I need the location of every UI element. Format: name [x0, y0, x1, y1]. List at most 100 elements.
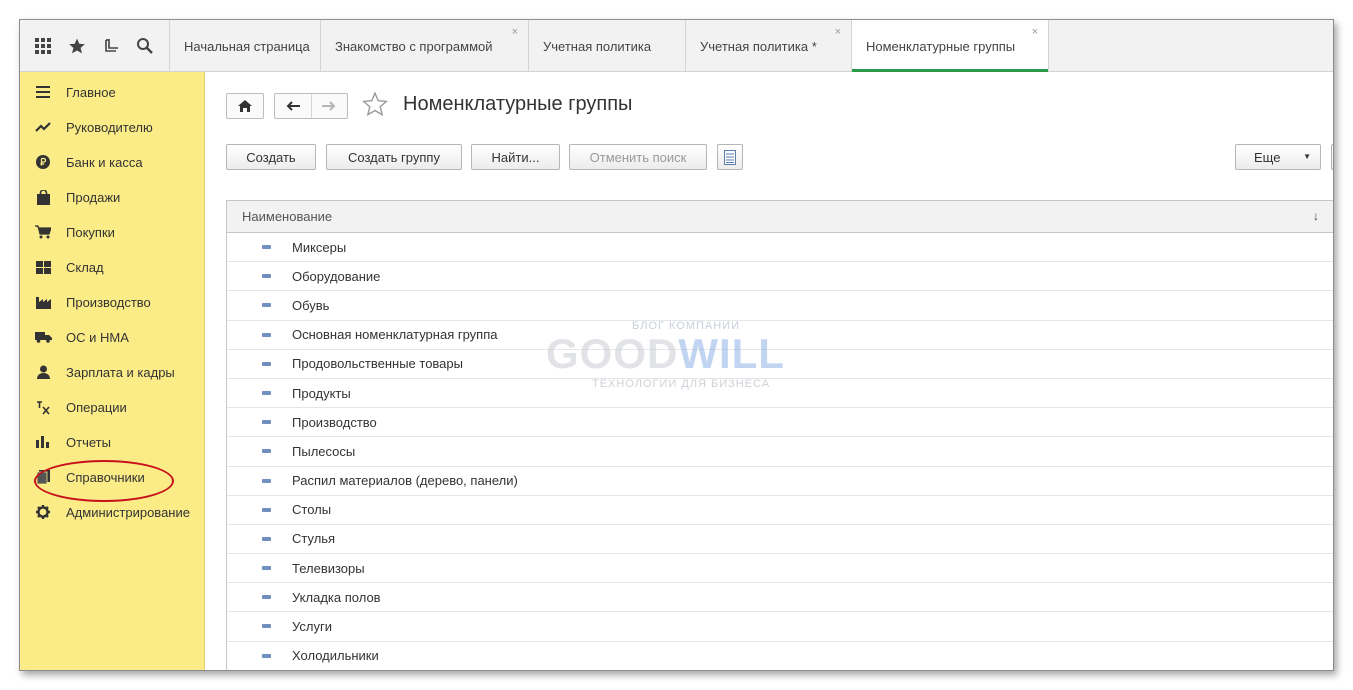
shopping-bag-icon: [20, 189, 66, 205]
history-nav: [274, 93, 348, 119]
group-item-icon: [262, 507, 271, 512]
table-row[interactable]: Продовольственные товары: [227, 350, 1333, 379]
table-row[interactable]: Основная номенклатурная группа: [227, 321, 1333, 350]
sidebar-item-label: Производство: [66, 294, 151, 310]
table-row[interactable]: Стулья: [227, 525, 1333, 555]
group-item-icon: [262, 390, 271, 395]
close-icon[interactable]: ×: [1032, 26, 1038, 38]
search-icon[interactable]: [130, 31, 160, 61]
table-row[interactable]: Холодильники: [227, 642, 1333, 670]
group-item-icon: [262, 332, 271, 337]
sidebar-item-references[interactable]: Справочники: [20, 462, 205, 492]
sidebar-item-label: Руководителю: [66, 119, 153, 135]
table-row[interactable]: Укладка полов: [227, 583, 1333, 613]
sidebar-item-label: Справочники: [66, 469, 145, 485]
row-name: Основная номенклатурная группа: [292, 327, 498, 343]
table-row[interactable]: Столы: [227, 496, 1333, 525]
find-button[interactable]: Найти...: [471, 144, 560, 170]
sidebar-item-fixed-assets[interactable]: ОС и НМА: [20, 322, 205, 352]
favorites-star-icon[interactable]: [62, 31, 92, 61]
sidebar-item-reports[interactable]: Отчеты: [20, 427, 205, 457]
table-row[interactable]: Миксеры: [227, 233, 1333, 263]
create-group-button[interactable]: Создать группу: [326, 144, 462, 170]
tab-accounting-policy-modified[interactable]: Учетная политика * ×: [686, 20, 852, 72]
table-row[interactable]: Распил материалов (дерево, панели): [227, 467, 1333, 496]
column-header-name[interactable]: Наименование ↓: [227, 201, 1333, 233]
tab-home-page[interactable]: Начальная страница: [170, 20, 321, 72]
forward-button[interactable]: [312, 94, 348, 118]
sidebar-item-bank-cash[interactable]: Банк и касса: [20, 147, 205, 177]
group-item-icon: [262, 420, 271, 425]
tab-program-intro[interactable]: Знакомство с программой ×: [321, 20, 529, 72]
sidebar-item-sales[interactable]: Продажи: [20, 182, 205, 212]
sidebar-item-label: Зарплата и кадры: [66, 364, 175, 380]
close-icon[interactable]: ×: [512, 26, 518, 38]
sidebar-item-administration[interactable]: Администрирование: [20, 497, 205, 527]
row-name: Столы: [292, 502, 332, 518]
tab-label: Знакомство с программой: [335, 38, 493, 54]
sidebar-item-main[interactable]: Главное: [20, 77, 205, 107]
table-row[interactable]: Услуги: [227, 612, 1333, 642]
group-item-icon: [262, 653, 271, 658]
tab-accounting-policy[interactable]: Учетная политика: [529, 20, 686, 72]
sidebar-item-manager[interactable]: Руководителю: [20, 112, 205, 142]
warehouse-icon: [20, 260, 66, 274]
home-button[interactable]: [226, 93, 264, 119]
group-item-icon: [262, 566, 271, 571]
back-button[interactable]: [275, 94, 312, 118]
create-button[interactable]: Создать: [226, 144, 316, 170]
tab-nomenclature-groups[interactable]: Номенклатурные группы ×: [852, 20, 1049, 72]
row-name: Холодильники: [292, 648, 379, 664]
row-name: Услуги: [292, 619, 332, 635]
row-name: Пылесосы: [292, 443, 356, 459]
sort-descending-icon[interactable]: ↓: [1313, 209, 1319, 223]
table-row[interactable]: Производство: [227, 408, 1333, 438]
row-name: Оборудование: [292, 268, 381, 284]
open-tabs: Начальная страница Знакомство с программ…: [170, 20, 1049, 72]
history-icon[interactable]: [96, 31, 126, 61]
nomenclature-groups-table: Наименование ↓ Миксеры Оборудование Обувь О…: [226, 200, 1333, 670]
sidebar-item-label: Склад: [66, 259, 104, 275]
close-icon[interactable]: ×: [835, 26, 841, 38]
sidebar-item-salary-hr[interactable]: Зарплата и кадры: [20, 357, 205, 387]
group-item-icon: [262, 624, 271, 629]
main-content: Номенклатурные группы Создать Создать гр…: [206, 72, 1333, 670]
tab-label: Начальная страница: [184, 38, 310, 54]
row-name: Стулья: [292, 531, 336, 547]
add-to-favorites-star-icon[interactable]: [361, 91, 389, 120]
sidebar-item-label: Администрирование: [66, 504, 190, 520]
sidebar-item-operations[interactable]: Операции: [20, 392, 205, 422]
cancel-search-button[interactable]: Отменить поиск: [569, 144, 707, 170]
group-item-icon: [262, 536, 271, 541]
sidebar-item-label: Главное: [66, 84, 116, 100]
table-row[interactable]: Телевизоры: [227, 554, 1333, 584]
more-button[interactable]: Еще ▼: [1235, 144, 1321, 170]
row-name: Продукты: [292, 385, 351, 401]
table-row[interactable]: Продукты: [227, 379, 1333, 409]
home-icon: [238, 100, 252, 112]
row-name: Обувь: [292, 297, 330, 313]
sidebar-item-label: Отчеты: [66, 434, 111, 450]
group-item-icon: [262, 478, 271, 483]
truck-icon: [20, 331, 66, 343]
group-item-icon: [262, 274, 271, 279]
group-item-icon: [262, 303, 271, 308]
row-name: Производство: [292, 414, 377, 430]
table-row[interactable]: Оборудование: [227, 262, 1333, 292]
row-name: Миксеры: [292, 239, 347, 255]
list-settings-button[interactable]: [717, 144, 743, 170]
apps-grid-icon[interactable]: [28, 31, 58, 61]
table-row[interactable]: Обувь: [227, 291, 1333, 321]
arrow-right-icon: [322, 101, 336, 111]
sidebar-item-purchases[interactable]: Покупки: [20, 217, 205, 247]
help-button-partial[interactable]: [1331, 144, 1333, 170]
sections-sidebar: Главное Руководителю Банк и касса Продаж…: [20, 72, 205, 670]
row-name: Телевизоры: [292, 560, 365, 576]
row-name: Продовольственные товары: [292, 356, 463, 372]
arrow-left-icon: [286, 101, 300, 111]
sidebar-item-production[interactable]: Производство: [20, 287, 205, 317]
bar-chart-icon: [20, 436, 66, 448]
sidebar-item-warehouse[interactable]: Склад: [20, 252, 205, 282]
table-row[interactable]: Пылесосы: [227, 437, 1333, 467]
quick-access-bar: [20, 20, 170, 72]
